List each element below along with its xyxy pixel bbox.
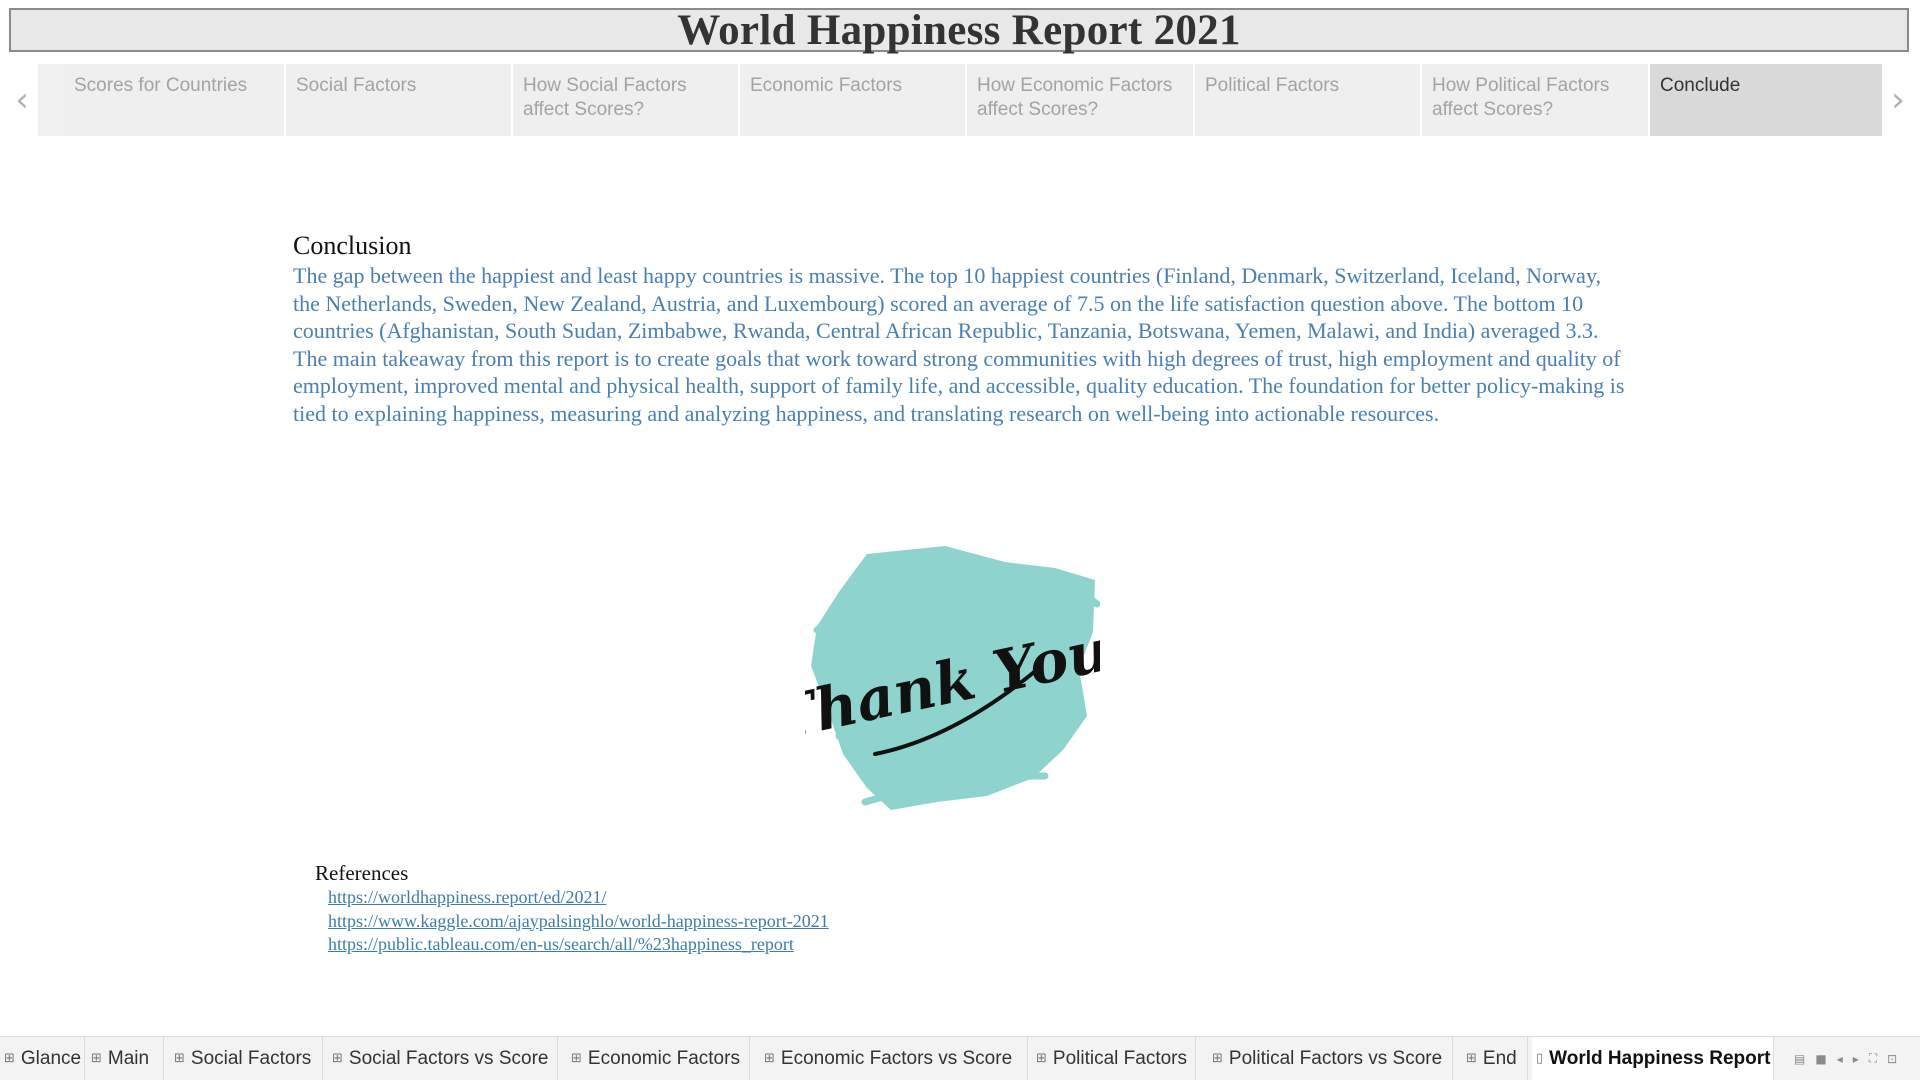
references-section: References https://worldhappiness.report… (315, 860, 829, 957)
story-point-social-factors[interactable]: Social Factors (286, 64, 511, 136)
tab-label: End (1482, 1047, 1517, 1069)
story-point-how-economic-factors[interactable]: How Economic Factors affect Scores? (967, 64, 1193, 136)
dashboard-icon: ⊞ (91, 1051, 102, 1066)
dashboard-icon: ⊞ (1036, 1051, 1047, 1066)
tab-political-factors[interactable]: ⊞ Political Factors (1032, 1037, 1196, 1080)
reference-link-tableau[interactable]: https://public.tableau.com/en-us/search/… (328, 933, 829, 957)
chevron-left-icon[interactable]: ‹ (4, 64, 40, 136)
story-point-strip: Scores for Countries Social Factors How … (38, 64, 1882, 136)
dashboard-icon: ⊞ (332, 1051, 343, 1066)
dashboard-title-bar: World Happiness Report 2021 (9, 6, 1909, 54)
story-point-political-factors[interactable]: Political Factors (1195, 64, 1420, 136)
chevron-right-icon[interactable]: › (1880, 64, 1916, 136)
film-strip-icon[interactable]: ▤ (1794, 1052, 1805, 1066)
story-point-economic-factors[interactable]: Economic Factors (740, 64, 965, 136)
conclusion-section: Conclusion The gap between the happiest … (293, 230, 1633, 427)
dashboard-icon: ⊞ (1466, 1051, 1477, 1066)
tab-economic-factors[interactable]: ⊞ Economic Factors (567, 1037, 750, 1080)
sheet-tab-bar: ⊞ Glance ⊞ Main ⊞ Social Factors ⊞ Social Fa… (0, 1036, 1920, 1080)
tab-label: Economic Factors (587, 1047, 740, 1069)
tab-world-happiness-report[interactable]: ▯ World Happiness Report (1532, 1037, 1774, 1080)
tab-political-factors-vs-score[interactable]: ⊞ Political Factors vs Score (1208, 1037, 1453, 1080)
tab-social-factors[interactable]: ⊞ Social Factors (170, 1037, 323, 1080)
tab-label: Glance (20, 1047, 82, 1069)
reference-link-kaggle[interactable]: https://www.kaggle.com/ajaypalsinghlo/wo… (328, 910, 829, 934)
tab-view-icon[interactable]: ■ (1815, 1052, 1826, 1066)
present-icon[interactable]: ⊡ (1887, 1052, 1897, 1066)
dashboard-icon: ⊞ (4, 1051, 15, 1066)
tab-label: Main (107, 1047, 150, 1069)
story-point-how-political-factors[interactable]: How Political Factors affect Scores? (1422, 64, 1648, 136)
references-title: References (315, 861, 409, 885)
dashboard-icon: ⊞ (1212, 1051, 1223, 1066)
story-navigator: ‹ Scores for Countries Social Factors Ho… (0, 64, 1920, 136)
tab-label: World Happiness Report (1549, 1047, 1771, 1069)
tab-label: Social Factors vs Score (348, 1047, 549, 1069)
tab-social-factors-vs-score[interactable]: ⊞ Social Factors vs Score (328, 1037, 558, 1080)
tab-label: Economic Factors vs Score (780, 1047, 1013, 1069)
thank-you-image: Thank You! (805, 546, 1100, 810)
conclusion-paragraph-2: The main takeaway from this report is to… (293, 345, 1625, 426)
dashboard-icon: ⊞ (174, 1051, 185, 1066)
story-point-conclude[interactable]: Conclude (1650, 64, 1882, 136)
fit-icon[interactable]: ⛶ (1869, 1051, 1877, 1066)
story-point-scores-for-countries[interactable]: Scores for Countries (64, 64, 284, 136)
dashboard-icon: ⊞ (764, 1051, 775, 1066)
tab-main[interactable]: ⊞ Main (87, 1037, 164, 1080)
tab-label: Political Factors vs Score (1228, 1047, 1443, 1069)
tab-glance[interactable]: ⊞ Glance (0, 1037, 85, 1080)
conclusion-heading: Conclusion (293, 231, 412, 260)
dashboard-icon: ⊞ (571, 1051, 582, 1066)
story-point-how-social-factors[interactable]: How Social Factors affect Scores? (513, 64, 738, 136)
tab-label: Social Factors (190, 1047, 312, 1069)
reference-link-worldhappiness[interactable]: https://worldhappiness.report/ed/2021/ (328, 886, 829, 910)
conclusion-paragraph-1: The gap between the happiest and least h… (293, 263, 1602, 343)
scroll-left-icon[interactable]: ◂ (1837, 1052, 1843, 1066)
tab-end[interactable]: ⊞ End (1462, 1037, 1528, 1080)
story-icon: ▯ (1536, 1051, 1544, 1066)
tab-label: Political Factors (1052, 1047, 1188, 1069)
page-title: World Happiness Report 2021 (677, 6, 1241, 54)
tab-controls: ▤ ■ ◂ ▸ ⛶ ⊡ (1794, 1037, 1920, 1080)
scroll-right-icon[interactable]: ▸ (1853, 1052, 1859, 1066)
tab-economic-factors-vs-score[interactable]: ⊞ Economic Factors vs Score (760, 1037, 1028, 1080)
